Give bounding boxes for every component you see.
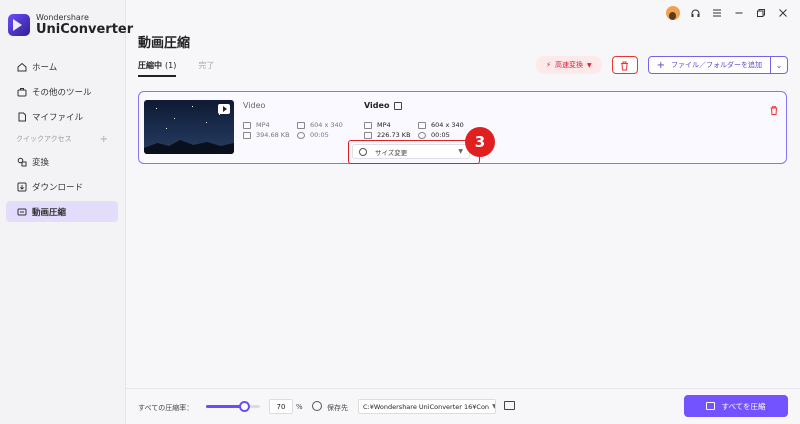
brand-name: UniConverter (36, 22, 134, 37)
tab-count: (1) (165, 61, 177, 70)
minimize-icon[interactable] (732, 6, 746, 20)
add-files-dropdown[interactable]: ⌄ (771, 61, 787, 70)
sidebar-item-label: ダウンロード (32, 182, 84, 193)
chevron-down-icon: ▼ (586, 61, 592, 69)
folder-icon (364, 131, 372, 139)
tab-compressing[interactable]: 圧縮中 (1) (138, 60, 177, 77)
source-resolution: 604 x 340 (297, 121, 343, 129)
brand-small: Wondershare (36, 13, 89, 22)
percent-sign: % (296, 403, 303, 411)
top-actions: ⚡ 高速変換 ▼ + ファイル／フォルダーを追加 ⌄ (536, 56, 788, 74)
toolbox-icon (16, 86, 27, 97)
headset-icon[interactable] (688, 6, 702, 20)
close-icon[interactable] (776, 6, 790, 20)
quick-access-label: クイックアクセス (16, 135, 72, 143)
menu-icon[interactable] (710, 6, 724, 20)
window-controls (666, 6, 790, 20)
speed-convert-label: 高速変換 (554, 61, 583, 69)
video-format-icon (364, 121, 372, 129)
sidebar-nav: ホーム その他のツール マイファイル クイックアクセス + 変換 ダウンロード … (6, 56, 118, 226)
clock-icon (297, 131, 305, 139)
output-file-name-row: Video (364, 101, 403, 110)
output-resolution: 604 x 340 (418, 121, 464, 129)
page-title: 動画圧縮 (138, 36, 191, 51)
plus-icon[interactable]: + (100, 134, 108, 145)
sidebar-item-home[interactable]: ホーム (6, 56, 118, 77)
avatar[interactable] (666, 6, 680, 20)
video-thumbnail[interactable] (144, 100, 234, 154)
sidebar-item-label: その他のツール (32, 87, 92, 98)
clock-icon (418, 131, 426, 139)
sidebar-item-download[interactable]: ダウンロード (6, 176, 118, 197)
output-file-name: Video (364, 101, 390, 110)
lightning-icon: ⚡ (546, 61, 551, 69)
output-size: 226.73 KB (364, 131, 411, 139)
resolution-icon (418, 121, 426, 129)
compress-icon (16, 206, 27, 217)
convert-icon (16, 156, 27, 167)
output-duration: 00:05 (418, 131, 450, 139)
compress-icon (706, 402, 716, 410)
folder-open-icon[interactable] (504, 401, 515, 410)
play-icon[interactable] (218, 104, 230, 114)
bottom-bar: すべての圧縮率： 70 % 保存先 C:¥Wondershare UniConv… (126, 388, 800, 424)
output-format: MP4 (364, 121, 391, 129)
compression-rate-label: すべての圧縮率： (138, 404, 194, 412)
compress-all-button[interactable]: すべてを圧縮 (684, 395, 788, 417)
chevron-down-icon: ⌄ (775, 60, 783, 70)
compression-rate-input[interactable]: 70 (269, 399, 293, 414)
resolution-icon (297, 121, 305, 129)
folder-icon (243, 131, 251, 139)
sidebar-item-label: マイファイル (32, 112, 84, 123)
tab-label: 完了 (198, 61, 215, 70)
add-files-label: ファイル／フォルダーを追加 (671, 61, 762, 69)
compress-all-label: すべてを圧縮 (721, 401, 766, 411)
add-files-main[interactable]: + ファイル／フォルダーを追加 (649, 57, 771, 73)
annotation-step-badge: 3 (465, 127, 495, 157)
video-format-icon (243, 121, 251, 129)
save-path-value: C:¥Wondershare UniConverter 16¥Con (363, 402, 490, 411)
trash-icon[interactable] (770, 100, 778, 115)
tab-bar: 圧縮中 (1) 完了 (138, 60, 214, 77)
source-file-name: Video (243, 101, 266, 110)
quick-access-header: クイックアクセス + (6, 131, 118, 147)
sidebar-item-label: 動画圧縮 (32, 207, 67, 218)
restore-icon[interactable] (754, 6, 768, 20)
add-files-button[interactable]: + ファイル／フォルダーを追加 ⌄ (647, 56, 788, 74)
trash-icon (620, 56, 629, 75)
download-icon (16, 181, 27, 192)
sidebar-item-label: ホーム (32, 62, 58, 73)
home-icon (16, 61, 27, 72)
compression-rate-slider[interactable] (206, 401, 260, 412)
source-size: 394.68 KB (243, 131, 290, 139)
tab-completed[interactable]: 完了 (198, 60, 214, 77)
file-icon (16, 111, 27, 122)
save-location-label: 保存先 (327, 404, 348, 412)
source-format: MP4 (243, 121, 270, 129)
speed-convert-button[interactable]: ⚡ 高速変換 ▼ (536, 56, 602, 74)
app-logo: Wondershare UniConverter (8, 14, 133, 36)
delete-all-button[interactable] (611, 56, 638, 75)
tab-label: 圧縮中 (138, 61, 162, 70)
source-duration: 00:05 (297, 131, 329, 139)
sidebar-item-my-files[interactable]: マイファイル (6, 106, 118, 127)
settings-icon[interactable] (312, 401, 322, 411)
sidebar: Wondershare UniConverter ホーム その他のツール マイフ… (0, 0, 133, 424)
chevron-down-icon: ▼ (489, 403, 495, 410)
sidebar-item-convert[interactable]: 変換 (6, 151, 118, 172)
plus-icon: + (656, 59, 665, 71)
edit-icon[interactable] (394, 101, 403, 110)
uniconverter-logo-icon (8, 14, 30, 36)
annotation-highlight-box (348, 140, 480, 164)
sidebar-item-other-tools[interactable]: その他のツール (6, 81, 118, 102)
save-location-select[interactable]: C:¥Wondershare UniConverter 16¥Con ▼ (358, 399, 496, 414)
sidebar-item-video-compress[interactable]: 動画圧縮 (6, 201, 118, 222)
slider-knob[interactable] (238, 401, 250, 412)
sidebar-item-label: 変換 (32, 157, 50, 168)
